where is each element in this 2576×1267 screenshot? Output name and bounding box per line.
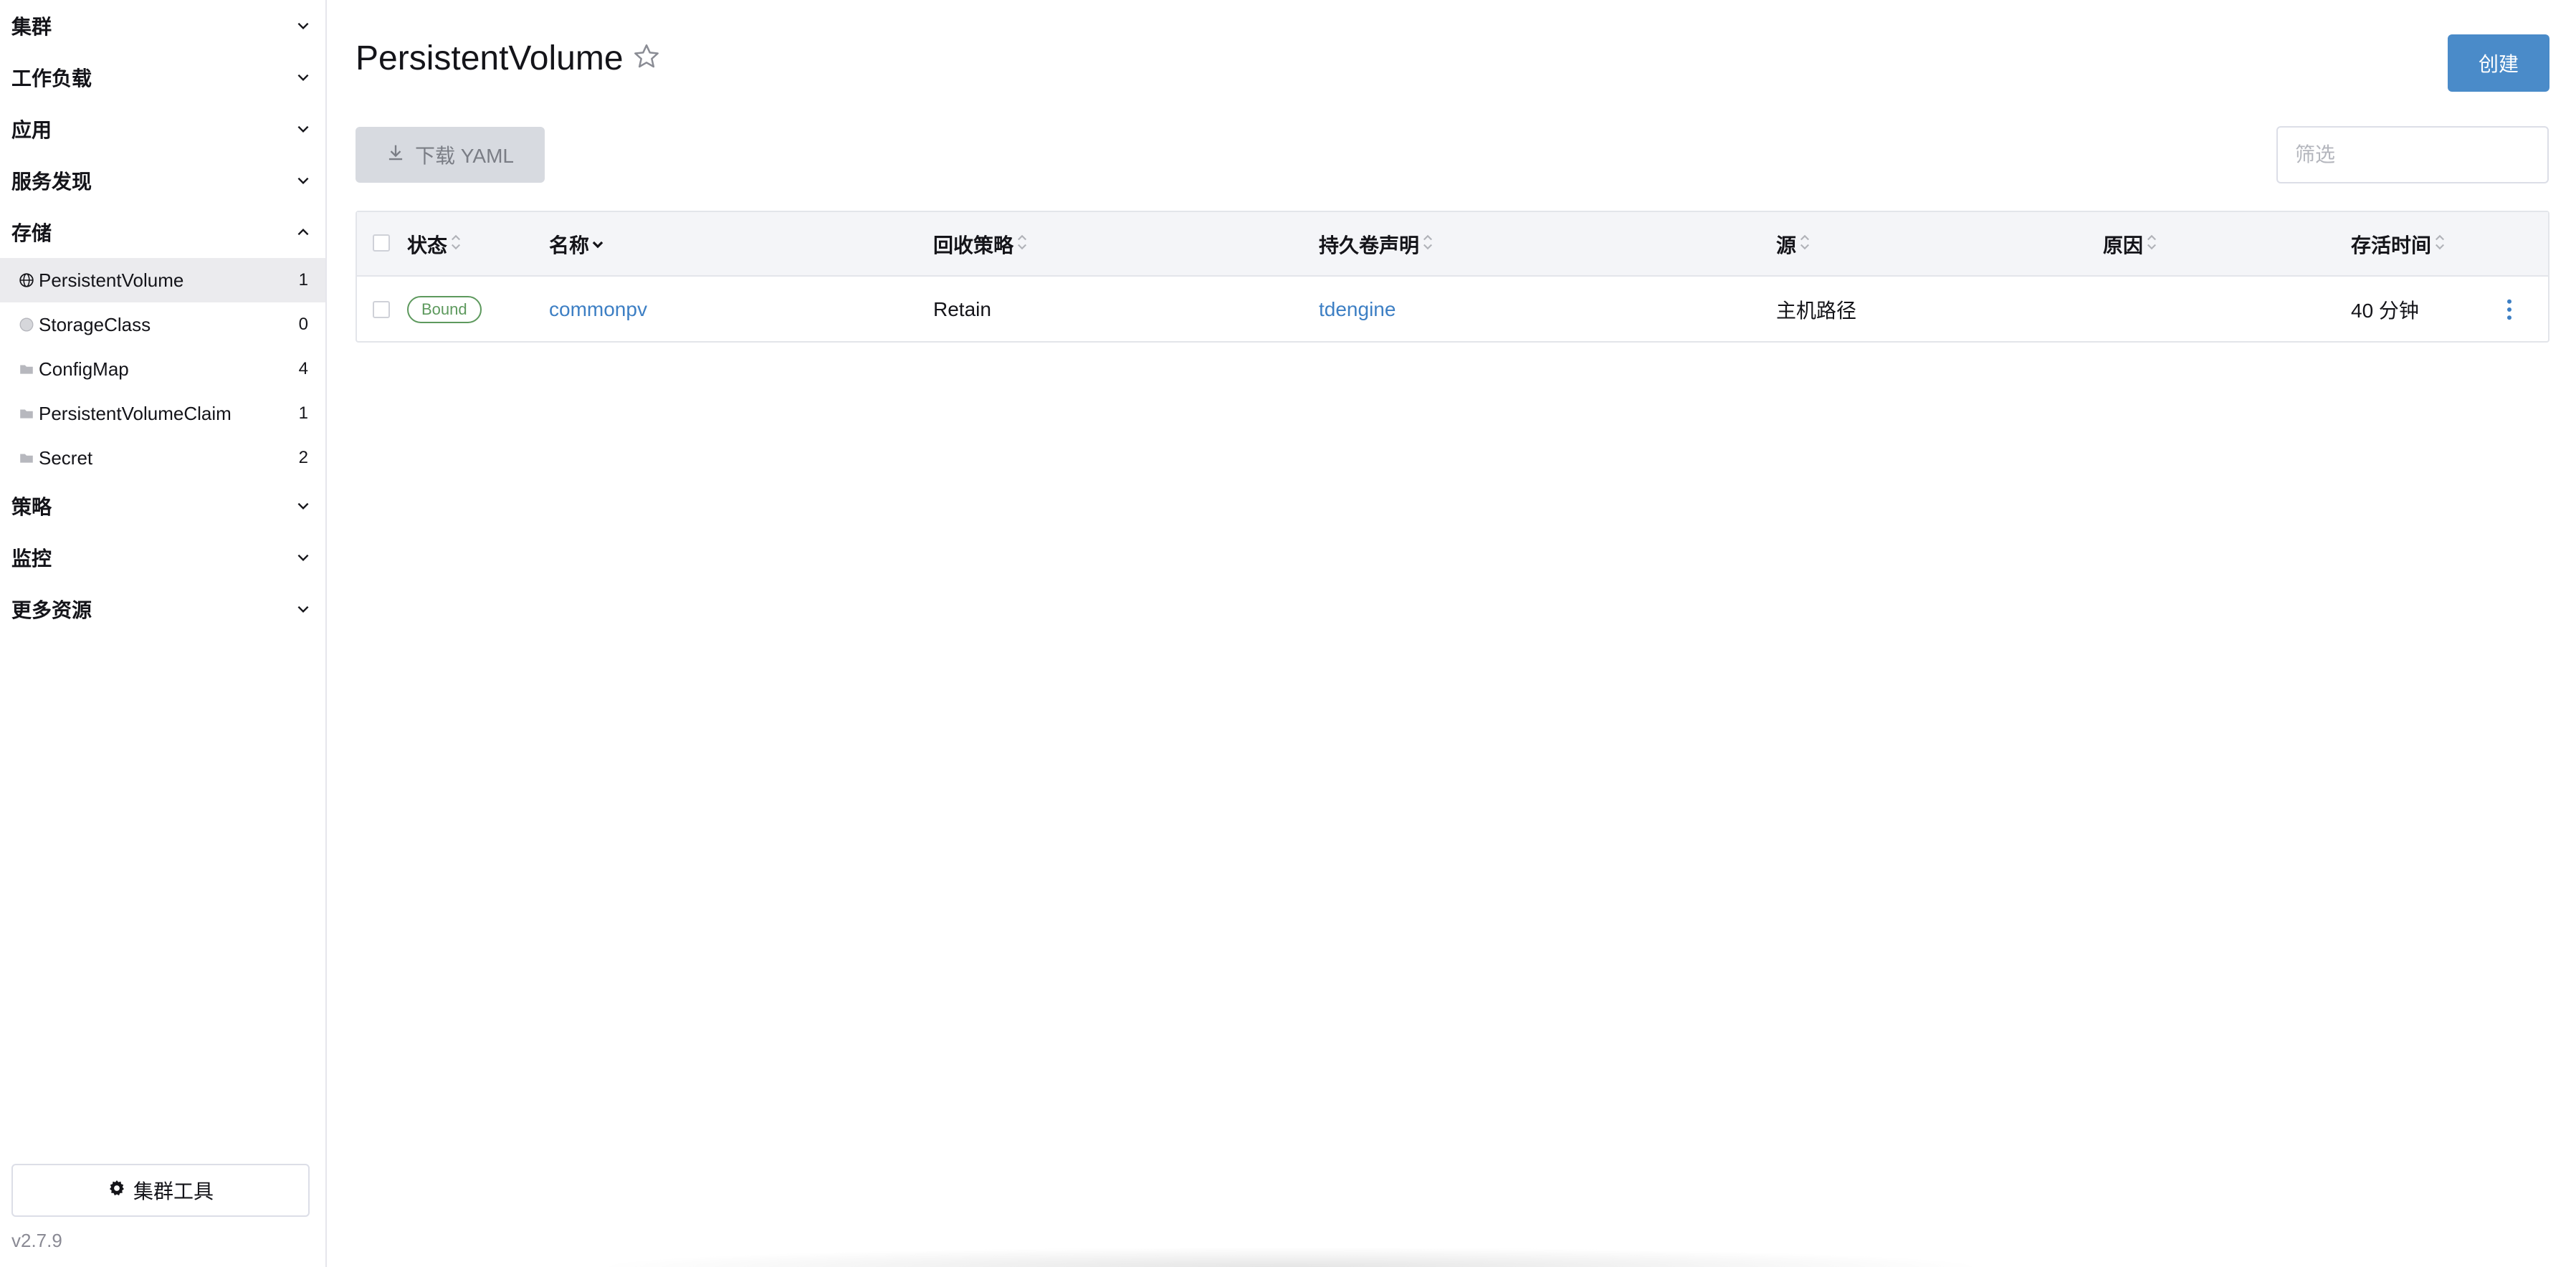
chevron-down-icon — [292, 118, 314, 140]
nav-group-label: 服务发现 — [11, 171, 92, 193]
sidebar-item-count: 4 — [298, 359, 308, 378]
sidebar-item-secret[interactable]: Secret 2 — [0, 436, 325, 480]
sort-desc-icon — [591, 232, 605, 257]
globe-icon — [17, 315, 36, 334]
column-header-claim[interactable]: 持久卷声明 — [1319, 212, 1435, 277]
resource-table: 状态 名称 回收策略 持久卷声明 源 原因 存活时间 Bound commonp… — [356, 211, 2549, 343]
nav-group-label: 工作负载 — [11, 67, 92, 90]
nav-group-label: 策略 — [11, 496, 52, 518]
star-icon[interactable] — [632, 42, 661, 75]
column-label: 回收策略 — [933, 234, 1014, 257]
filter-input[interactable] — [2276, 126, 2549, 183]
gear-icon — [108, 1179, 126, 1203]
chevron-down-icon — [292, 495, 314, 517]
column-label: 持久卷声明 — [1319, 234, 1420, 257]
table-row[interactable]: Bound commonpv Retain tdengine 主机路径 40 分… — [357, 277, 2548, 343]
sort-icon — [2145, 232, 2159, 257]
column-header-status[interactable]: 状态 — [407, 212, 463, 277]
sidebar-item-label: Secret — [39, 446, 93, 469]
select-all-checkbox[interactable] — [373, 234, 390, 252]
reclaim-policy-cell: Retain — [933, 298, 991, 320]
status-cell: Bound — [407, 277, 482, 343]
sidebar-item-count: 1 — [298, 270, 308, 290]
sort-icon — [1015, 232, 1029, 257]
source-cell: 主机路径 — [1776, 300, 1857, 322]
sidebar-item-count: 1 — [298, 403, 308, 423]
nav-group-label: 集群 — [11, 16, 52, 38]
sort-icon — [1798, 232, 1812, 257]
sort-icon — [2433, 232, 2447, 257]
sidebar-item-configmap[interactable]: ConfigMap 4 — [0, 347, 325, 391]
claim-link[interactable]: tdengine — [1319, 277, 1396, 343]
chevron-down-icon — [292, 598, 314, 620]
cluster-tools-label: 集群工具 — [133, 1180, 214, 1203]
column-header-age[interactable]: 存活时间 — [2351, 212, 2447, 277]
column-header-reason[interactable]: 原因 — [2103, 212, 2159, 277]
nav-group-label: 监控 — [11, 548, 52, 570]
nav-group-label: 应用 — [11, 119, 52, 141]
sidebar: 集群 工作负载 应用 服务发现 存储 PersistentVolume 1 St… — [0, 0, 327, 1267]
column-header-name[interactable]: 名称 — [549, 212, 605, 277]
download-yaml-label: 下载 YAML — [415, 145, 514, 167]
row-actions-kebab-icon[interactable] — [2506, 277, 2513, 343]
chevron-down-icon — [292, 67, 314, 88]
bottom-scroll-shadow — [588, 1247, 1993, 1267]
age-cell: 40 分钟 — [2351, 300, 2419, 322]
sidebar-item-label: ConfigMap — [39, 358, 129, 380]
table-header: 状态 名称 回收策略 持久卷声明 源 原因 存活时间 — [357, 212, 2548, 277]
row-checkbox[interactable] — [373, 301, 390, 318]
column-header-reclaim-policy[interactable]: 回收策略 — [933, 212, 1029, 277]
sidebar-item-label: PersistentVolume — [39, 269, 184, 291]
column-label: 状态 — [407, 234, 448, 257]
nav-group-policy[interactable]: 策略 — [0, 480, 325, 532]
nav-group-label: 存储 — [11, 222, 52, 244]
column-header-source[interactable]: 源 — [1776, 212, 1812, 277]
nav-group-monitoring[interactable]: 监控 — [0, 532, 325, 583]
create-button[interactable]: 创建 — [2448, 34, 2549, 92]
sidebar-item-persistentvolume[interactable]: PersistentVolume 1 — [0, 258, 325, 302]
folder-icon — [17, 449, 36, 467]
nav-group-workloads[interactable]: 工作负载 — [0, 52, 325, 103]
nav-group-label: 更多资源 — [11, 599, 92, 621]
download-yaml-button[interactable]: 下载 YAML — [356, 127, 545, 183]
sidebar-item-label: PersistentVolumeClaim — [39, 402, 232, 424]
column-label: 源 — [1776, 234, 1797, 257]
cluster-tools-button[interactable]: 集群工具 — [11, 1164, 310, 1217]
name-link[interactable]: commonpv — [549, 277, 647, 343]
status-badge: Bound — [407, 296, 482, 323]
column-label: 原因 — [2103, 234, 2144, 257]
nav-group-more-resources[interactable]: 更多资源 — [0, 583, 325, 635]
sort-icon — [449, 232, 463, 257]
download-icon — [386, 143, 405, 167]
chevron-down-icon — [292, 15, 314, 37]
nav-group-service-discovery[interactable]: 服务发现 — [0, 155, 325, 206]
sort-icon — [1421, 232, 1435, 257]
folder-icon — [17, 404, 36, 423]
sidebar-item-count: 0 — [298, 315, 308, 334]
column-label: 存活时间 — [2351, 234, 2432, 257]
nav-group-cluster[interactable]: 集群 — [0, 0, 325, 52]
chevron-down-icon — [292, 547, 314, 568]
sidebar-item-count: 2 — [298, 448, 308, 467]
sidebar-item-storageclass[interactable]: StorageClass 0 — [0, 302, 325, 347]
folder-icon — [17, 360, 36, 378]
page-title: PersistentVolume — [356, 39, 624, 77]
page-header: PersistentVolume — [356, 39, 661, 78]
column-label: 名称 — [549, 234, 590, 257]
sidebar-item-persistentvolumeclaim[interactable]: PersistentVolumeClaim 1 — [0, 391, 325, 436]
nav-group-apps[interactable]: 应用 — [0, 103, 325, 155]
version-label: v2.7.9 — [11, 1230, 62, 1251]
chevron-up-icon — [292, 221, 314, 243]
chevron-down-icon — [292, 170, 314, 191]
globe-icon — [17, 271, 36, 290]
nav-group-storage[interactable]: 存储 — [0, 206, 325, 258]
sidebar-item-label: StorageClass — [39, 313, 151, 335]
